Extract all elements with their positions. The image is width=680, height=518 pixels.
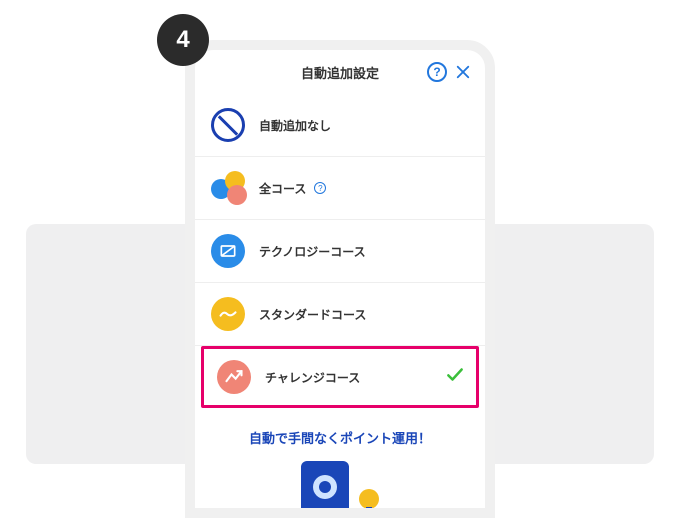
promo-card-icon [301, 461, 349, 518]
check-icon [445, 365, 465, 390]
step-number-badge: 4 [157, 14, 209, 66]
promo-heading: 自動で手間なくポイント運用！ [195, 428, 485, 447]
promo-illustration [195, 461, 485, 518]
header-title: 自動追加設定 [301, 63, 379, 82]
option-challenge[interactable]: チャレンジコース [201, 346, 479, 408]
option-none[interactable]: 自動追加なし [195, 94, 485, 157]
phone-frame: 自動追加設定 ? 自動追加なし 全コース ? [185, 40, 495, 518]
course-list: 自動追加なし 全コース ? テクノロジーコース [195, 94, 485, 408]
option-label: 全コース [259, 180, 306, 197]
option-standard[interactable]: スタンダードコース [195, 283, 485, 346]
info-badge-icon[interactable]: ? [314, 182, 326, 194]
option-all-courses[interactable]: 全コース ? [195, 157, 485, 220]
help-icon[interactable]: ? [427, 62, 447, 82]
all-courses-icon [211, 171, 249, 205]
promo-bulb-icon [359, 489, 379, 509]
technology-icon [211, 234, 245, 268]
none-icon [211, 108, 245, 142]
option-label: スタンダードコース [259, 306, 366, 323]
option-label: テクノロジーコース [259, 243, 366, 260]
screen-header: 自動追加設定 ? [195, 50, 485, 94]
option-technology[interactable]: テクノロジーコース [195, 220, 485, 283]
close-icon[interactable] [451, 60, 475, 84]
option-label: チャレンジコース [265, 369, 360, 386]
option-label: 自動追加なし [259, 117, 331, 134]
standard-icon [211, 297, 245, 331]
challenge-icon [217, 360, 251, 394]
